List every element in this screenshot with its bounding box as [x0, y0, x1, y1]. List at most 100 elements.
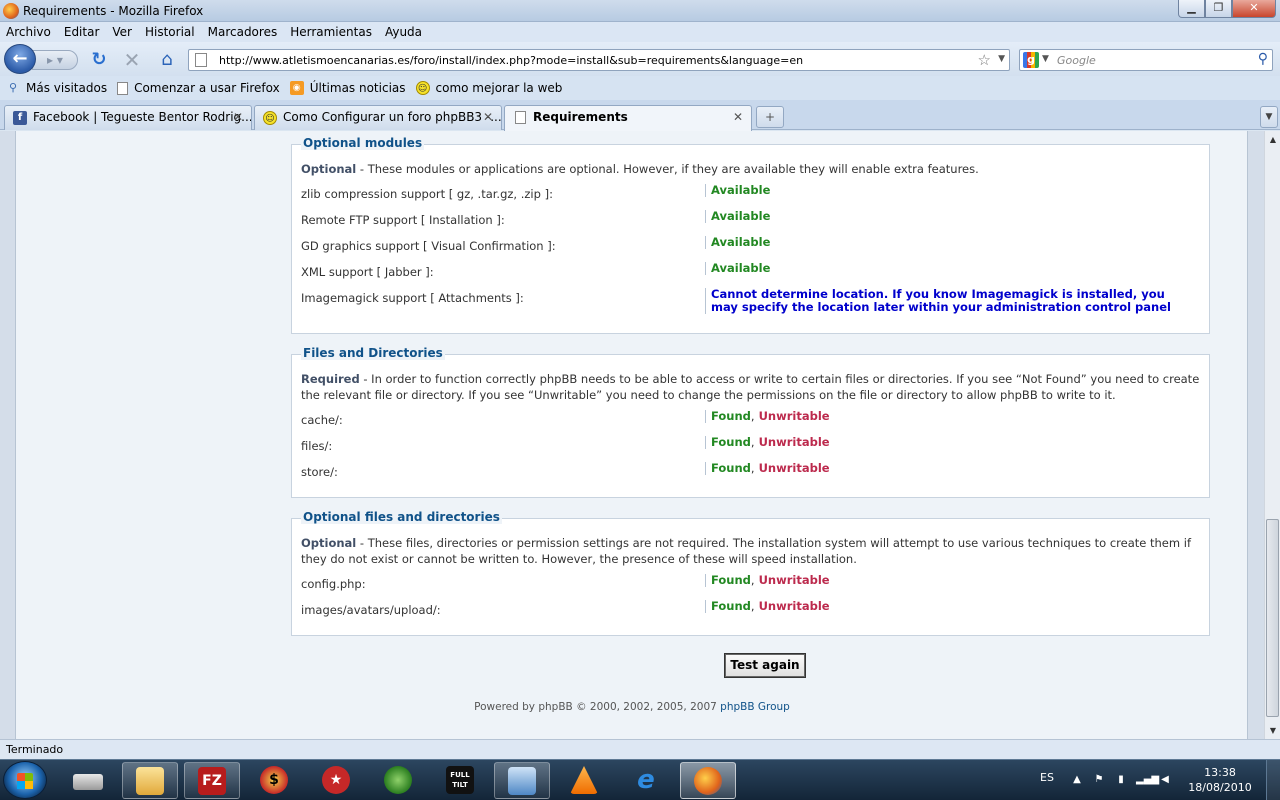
ie-icon[interactable]: e: [618, 762, 674, 799]
zlib-label: zlib compression support [ gz, .tar.gz, …: [301, 187, 553, 201]
status-bar: Terminado: [0, 739, 1280, 759]
optional-modules-legend: Optional modules: [301, 136, 425, 150]
close-window-button[interactable]: ✕: [1232, 0, 1276, 18]
files-status: Found, Unwritable: [705, 436, 830, 449]
gd-status: Available: [705, 236, 770, 249]
search-bar[interactable]: g ▼ Google ⚲: [1019, 49, 1273, 71]
menu-archivo[interactable]: Archivo: [6, 25, 51, 39]
minimize-button[interactable]: ▁: [1178, 0, 1205, 18]
page-viewport: Optional modules Optional - These module…: [0, 131, 1264, 739]
search-engine-dropdown-icon[interactable]: ▼: [1042, 54, 1049, 64]
tab-label: Como Configurar un foro phpBB3 -...: [283, 110, 502, 124]
scroll-up-icon[interactable]: ▲: [1265, 131, 1280, 148]
bookmark-mas-visitados[interactable]: ⚲ Más visitados: [6, 81, 107, 95]
menu-historial[interactable]: Historial: [145, 25, 195, 39]
bookmark-como-mejorar[interactable]: ☺ como mejorar la web: [415, 81, 563, 95]
smiley-icon: ☺: [263, 111, 277, 125]
search-icon[interactable]: ⚲: [1258, 51, 1268, 67]
cache-status: Found, Unwritable: [705, 410, 830, 423]
reload-icon[interactable]: ↻: [88, 49, 110, 71]
maximize-button[interactable]: ❐: [1205, 0, 1232, 18]
cache-label: cache/:: [301, 413, 343, 427]
firefox-taskbar-icon[interactable]: [680, 762, 736, 799]
optional-files-description: Optional - These files, directories or p…: [301, 536, 1191, 566]
url-dropdown-icon[interactable]: ▼: [998, 54, 1005, 64]
filezilla-icon[interactable]: FZ: [184, 762, 240, 799]
power-icon[interactable]: ▮: [1114, 773, 1128, 787]
fulltilt-icon[interactable]: FULL TILT: [432, 762, 488, 799]
window-controls: ▁ ❐ ✕: [1178, 0, 1276, 19]
page-footer: Powered by phpBB © 2000, 2002, 2005, 200…: [474, 701, 790, 713]
bookmark-comenzar[interactable]: Comenzar a usar Firefox: [117, 81, 280, 95]
smiley-icon: ☺: [415, 81, 430, 95]
flag-icon[interactable]: ⚑: [1092, 773, 1106, 787]
firefox-icon: [3, 3, 19, 19]
drive-icon[interactable]: [60, 762, 116, 799]
pokerstars-icon[interactable]: ★: [308, 762, 364, 799]
test-again-button[interactable]: Test again: [724, 653, 806, 678]
window-icon[interactable]: [494, 762, 550, 799]
messenger-icon[interactable]: [370, 762, 426, 799]
scrollbar-thumb[interactable]: [1266, 519, 1279, 717]
url-bar[interactable]: http://www.atletismoencanarias.es/foro/i…: [188, 49, 1010, 71]
clock[interactable]: 13:38 18/08/2010: [1180, 765, 1260, 795]
window-titlebar: Requirements - Mozilla Firefox ▁ ❐ ✕: [0, 0, 1280, 22]
bookmark-label: como mejorar la web: [435, 81, 563, 95]
menu-ayuda[interactable]: Ayuda: [385, 25, 422, 39]
tab-list-button[interactable]: ▼: [1260, 106, 1278, 128]
stop-icon[interactable]: ✕: [121, 49, 143, 71]
tab-facebook[interactable]: f Facebook | Tegueste Bentor Rodrig... ✕: [4, 105, 252, 130]
store-label: store/:: [301, 465, 338, 479]
close-tab-icon[interactable]: ✕: [483, 106, 493, 129]
google-icon[interactable]: g: [1023, 52, 1039, 68]
new-tab-button[interactable]: +: [756, 106, 784, 128]
start-button[interactable]: [3, 761, 47, 799]
url-text[interactable]: http://www.atletismoencanarias.es/foro/i…: [219, 54, 803, 67]
language-indicator[interactable]: ES: [1040, 771, 1054, 784]
menu-marcadores[interactable]: Marcadores: [208, 25, 278, 39]
windows-taskbar: FZ $ ★ FULL TILT e ES ▲ ⚑ ▮ ▂▄▆ ◀ 13:38 …: [0, 759, 1280, 800]
tab-requirements[interactable]: Requirements ✕: [504, 105, 752, 131]
bookmark-label: Más visitados: [26, 81, 108, 95]
poker-icon[interactable]: $: [246, 762, 302, 799]
close-tab-icon[interactable]: ✕: [733, 106, 743, 129]
system-tray: ES ▲ ⚑ ▮ ▂▄▆ ◀ 13:38 18/08/2010: [1030, 760, 1280, 800]
files-directories-legend: Files and Directories: [301, 346, 445, 360]
zlib-status: Available: [705, 184, 770, 197]
site-identity-icon[interactable]: [195, 53, 207, 67]
search-input[interactable]: Google: [1057, 54, 1096, 67]
bookmark-star-icon[interactable]: ☆: [978, 51, 991, 69]
back-button[interactable]: ←: [4, 44, 36, 74]
menu-bar: Archivo Editar Ver Historial Marcadores …: [0, 22, 1280, 42]
menu-editar[interactable]: Editar: [64, 25, 100, 39]
vertical-scrollbar[interactable]: ▲ ▼: [1264, 131, 1280, 739]
vlc-icon[interactable]: [556, 762, 612, 799]
window-title: Requirements - Mozilla Firefox: [23, 4, 204, 18]
config-php-label: config.php:: [301, 577, 366, 591]
menu-ver[interactable]: Ver: [112, 25, 132, 39]
imagemagick-label: Imagemagick support [ Attachments ]:: [301, 291, 524, 305]
bookmark-ultimas-noticias[interactable]: ◉ Últimas noticias: [289, 81, 406, 95]
tab-bar: f Facebook | Tegueste Bentor Rodrig... ✕…: [0, 100, 1280, 131]
ftp-status: Available: [705, 210, 770, 223]
optional-files-legend: Optional files and directories: [301, 510, 502, 524]
bookmark-label: Comenzar a usar Firefox: [134, 81, 280, 95]
volume-icon[interactable]: ◀: [1158, 773, 1172, 787]
rss-icon: ◉: [289, 81, 304, 95]
close-tab-icon[interactable]: ✕: [233, 106, 243, 129]
xml-label: XML support [ Jabber ]:: [301, 265, 434, 279]
show-hidden-icons-icon[interactable]: ▲: [1070, 773, 1084, 787]
forward-button[interactable]: ▸ ▾: [32, 50, 78, 70]
phpbb-group-link[interactable]: phpBB Group: [720, 701, 790, 713]
avatars-upload-label: images/avatars/upload/:: [301, 603, 441, 617]
tab-phpbb-config[interactable]: ☺ Como Configurar un foro phpBB3 -... ✕: [254, 105, 502, 130]
most-visited-icon: ⚲: [8, 81, 18, 94]
menu-herramientas[interactable]: Herramientas: [290, 25, 372, 39]
tab-label: Facebook | Tegueste Bentor Rodrig...: [33, 110, 252, 124]
scroll-down-icon[interactable]: ▼: [1265, 722, 1280, 739]
imagemagick-status: Cannot determine location. If you know I…: [705, 288, 1171, 314]
explorer-icon[interactable]: [122, 762, 178, 799]
network-icon[interactable]: ▂▄▆: [1136, 773, 1159, 787]
home-icon[interactable]: ⌂: [156, 49, 178, 71]
show-desktop-button[interactable]: [1266, 760, 1280, 800]
